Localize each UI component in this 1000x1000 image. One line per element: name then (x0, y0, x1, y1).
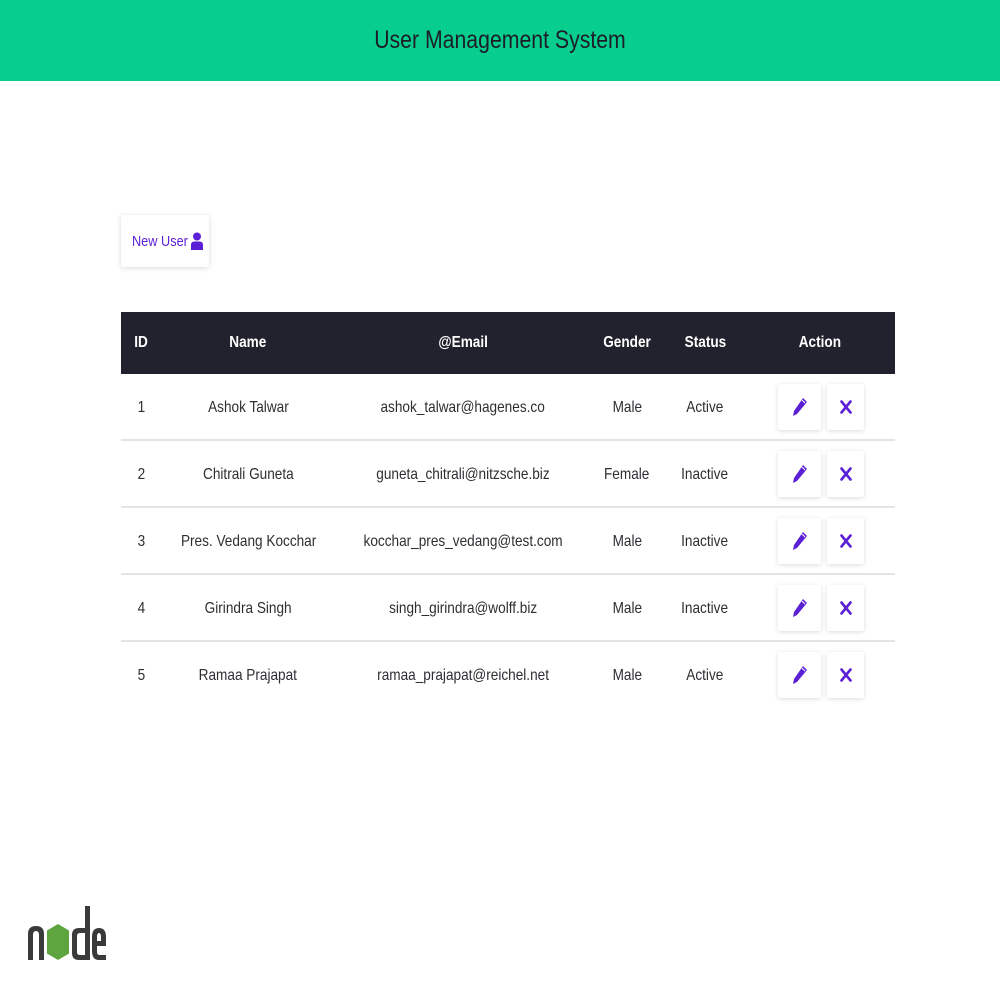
page-title: User Management System (374, 26, 626, 54)
cell-id: 1 (137, 399, 145, 416)
table-body: 1 Ashok Talwar ashok_talwar@hagenes.co Male… (121, 374, 895, 709)
table-header: ID Name @Email Gender Status Action (121, 312, 895, 374)
cell-email: kocchar_pres_vedang@test.com (363, 533, 563, 550)
column-header-email: @Email (438, 334, 488, 351)
delete-user-button[interactable] (827, 384, 864, 430)
node-logo (28, 906, 106, 960)
cell-email: singh_girindra@wolff.biz (388, 600, 538, 617)
cell-name: Girindra Singh (204, 600, 292, 617)
column-header-action: Action (798, 334, 842, 351)
delete-user-button[interactable] (827, 451, 864, 497)
cell-email: ashok_talwar@hagenes.co (380, 399, 546, 416)
table-row: 5 Ramaa Prajapat ramaa_prajapat@reichel.ne… (121, 642, 895, 709)
cell-name: Ashok Talwar (207, 399, 289, 416)
delete-user-button[interactable] (827, 518, 864, 564)
delete-user-button[interactable] (827, 652, 864, 698)
pencil-icon (792, 532, 807, 550)
column-header-id: ID (134, 334, 148, 351)
cell-name: Pres. Vedang Kocchar (180, 533, 317, 550)
close-icon (839, 668, 852, 682)
table-row: 4 Girindra Singh singh_girindra@wolff.biz M… (121, 575, 895, 642)
edit-user-button[interactable] (778, 585, 821, 631)
cell-status: Active (686, 667, 724, 684)
cell-gender: Male (612, 600, 642, 617)
cell-name: Chitrali Guneta (202, 466, 294, 483)
edit-user-button[interactable] (778, 518, 821, 564)
cell-gender: Male (612, 399, 642, 416)
cell-id: 4 (137, 600, 145, 617)
edit-user-button[interactable] (778, 652, 821, 698)
cell-gender: Female (604, 466, 650, 483)
column-header-name: Name (229, 334, 267, 351)
cell-id: 5 (137, 667, 145, 684)
cell-name: Ramaa Prajapat (198, 667, 298, 684)
close-icon (839, 467, 852, 481)
edit-user-button[interactable] (778, 384, 821, 430)
app-header: User Management System (0, 0, 1000, 81)
cell-email: ramaa_prajapat@reichel.net (377, 667, 549, 684)
pencil-icon (792, 398, 807, 416)
close-icon (839, 601, 852, 615)
cell-status: Inactive (681, 600, 729, 617)
new-user-button[interactable]: New User (121, 215, 209, 267)
users-table: ID Name @Email Gender Status Action 1 Ash… (121, 312, 895, 709)
table-row: 1 Ashok Talwar ashok_talwar@hagenes.co Male… (121, 374, 895, 441)
cell-gender: Male (612, 533, 642, 550)
delete-user-button[interactable] (827, 585, 864, 631)
close-icon (839, 400, 852, 414)
cell-status: Inactive (681, 466, 729, 483)
user-icon (191, 232, 204, 250)
cell-status: Active (686, 399, 724, 416)
pencil-icon (792, 465, 807, 483)
cell-gender: Male (612, 667, 642, 684)
column-header-status: Status (684, 334, 726, 351)
pencil-icon (792, 599, 807, 617)
cell-id: 3 (137, 533, 145, 550)
cell-email: guneta_chitrali@nitzsche.biz (376, 466, 550, 483)
cell-id: 2 (137, 466, 145, 483)
cell-status: Inactive (681, 533, 729, 550)
table-row: 2 Chitrali Guneta guneta_chitrali@nitzsche… (121, 441, 895, 508)
close-icon (839, 534, 852, 548)
table-row: 3 Pres. Vedang Kocchar kocchar_pres_vedang… (121, 508, 895, 575)
pencil-icon (792, 666, 807, 684)
new-user-label: New User (131, 232, 188, 250)
edit-user-button[interactable] (778, 451, 821, 497)
column-header-gender: Gender (603, 334, 651, 351)
